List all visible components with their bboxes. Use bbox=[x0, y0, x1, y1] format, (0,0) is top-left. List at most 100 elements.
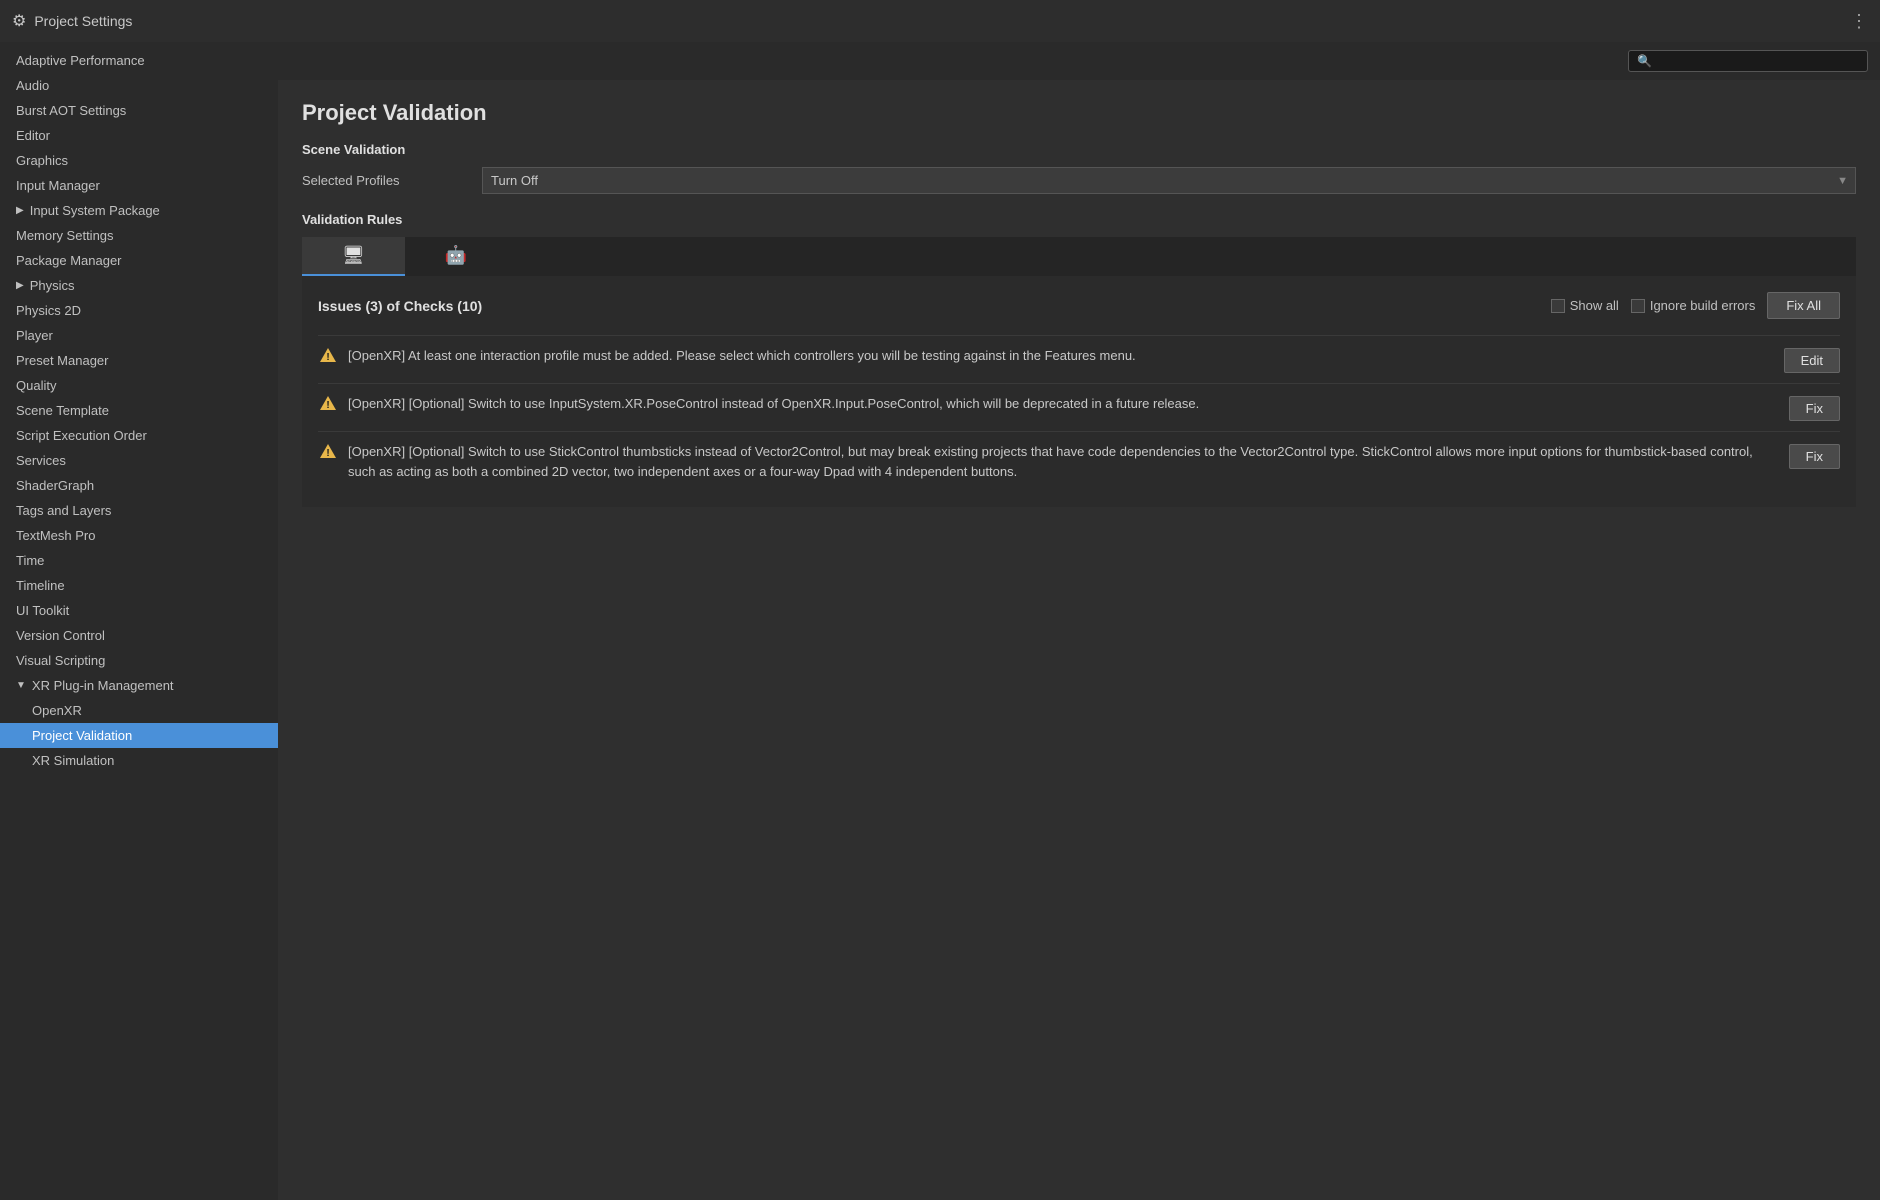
gear-icon: ⚙ bbox=[12, 11, 26, 31]
issues-container: ! [OpenXR] At least one interaction profi… bbox=[318, 335, 1840, 491]
show-all-checkbox[interactable] bbox=[1551, 299, 1565, 313]
sidebar-item-label-openxr: OpenXR bbox=[32, 703, 82, 718]
sidebar-item-label-xr-simulation: XR Simulation bbox=[32, 753, 114, 768]
ignore-build-errors-text: Ignore build errors bbox=[1650, 298, 1756, 313]
sidebar-item-project-validation[interactable]: Project Validation bbox=[0, 723, 278, 748]
search-icon: 🔍 bbox=[1637, 54, 1652, 68]
sidebar-item-services[interactable]: Services bbox=[0, 448, 278, 473]
sidebar-item-label-graphics: Graphics bbox=[16, 153, 68, 168]
profiles-label: Selected Profiles bbox=[302, 173, 482, 188]
sidebar-item-label-memory-settings: Memory Settings bbox=[16, 228, 114, 243]
sidebar-item-label-time: Time bbox=[16, 553, 44, 568]
issues-title: Issues (3) of Checks (10) bbox=[318, 298, 1539, 314]
sidebar-item-label-version-control: Version Control bbox=[16, 628, 105, 643]
tab-desktop[interactable]: 🖥 bbox=[302, 237, 405, 276]
sidebar-item-tags-and-layers[interactable]: Tags and Layers bbox=[0, 498, 278, 523]
issue-btn-issue-1[interactable]: Edit bbox=[1784, 348, 1840, 373]
content-area: 🔍 Project Validation Scene Validation Se… bbox=[278, 42, 1880, 1200]
sidebar-item-label-editor: Editor bbox=[16, 128, 50, 143]
sidebar-item-label-textmesh-pro: TextMesh Pro bbox=[16, 528, 95, 543]
warning-triangle-issue-2: ! bbox=[319, 395, 337, 415]
title-bar-left: ⚙ Project Settings bbox=[12, 11, 132, 31]
platform-tabs: 🖥 🤖 bbox=[302, 237, 1856, 276]
sidebar-item-xr-simulation[interactable]: XR Simulation bbox=[0, 748, 278, 773]
validation-panel: Issues (3) of Checks (10) Show all Ignor… bbox=[302, 276, 1856, 507]
svg-text:!: ! bbox=[326, 448, 329, 459]
sidebar-item-shader-graph[interactable]: ShaderGraph bbox=[0, 473, 278, 498]
search-input-wrap[interactable]: 🔍 bbox=[1628, 50, 1868, 72]
validation-rules-title: Validation Rules bbox=[302, 212, 1856, 227]
sidebar-item-timeline[interactable]: Timeline bbox=[0, 573, 278, 598]
issue-btn-issue-3[interactable]: Fix bbox=[1789, 444, 1840, 469]
show-all-text: Show all bbox=[1570, 298, 1619, 313]
main-layout: Adaptive Performance Audio Burst AOT Setti… bbox=[0, 42, 1880, 1200]
sidebar-item-label-physics-2d: Physics 2D bbox=[16, 303, 81, 318]
sidebar-item-scene-template[interactable]: Scene Template bbox=[0, 398, 278, 423]
sidebar-item-textmesh-pro[interactable]: TextMesh Pro bbox=[0, 523, 278, 548]
sidebar-item-quality[interactable]: Quality bbox=[0, 373, 278, 398]
sidebar-item-label-burst-aot: Burst AOT Settings bbox=[16, 103, 126, 118]
warning-icon-issue-2: ! bbox=[318, 395, 338, 415]
sidebar-item-ui-toolkit[interactable]: UI Toolkit bbox=[0, 598, 278, 623]
sidebar: Adaptive Performance Audio Burst AOT Setti… bbox=[0, 42, 278, 1200]
sidebar-item-burst-aot[interactable]: Burst AOT Settings bbox=[0, 98, 278, 123]
issue-row-issue-3: ![OpenXR] [Optional] Switch to use Stick… bbox=[318, 431, 1840, 491]
desktop-icon: 🖥 bbox=[342, 245, 365, 266]
sidebar-item-openxr[interactable]: OpenXR bbox=[0, 698, 278, 723]
sidebar-item-label-xr-plug-in-management: XR Plug-in Management bbox=[32, 678, 174, 693]
show-all-label[interactable]: Show all bbox=[1551, 298, 1619, 313]
sidebar-item-version-control[interactable]: Version Control bbox=[0, 623, 278, 648]
arrow-icon-xr-plug-in-management: ▼ bbox=[16, 680, 26, 691]
sidebar-item-script-execution-order[interactable]: Script Execution Order bbox=[0, 423, 278, 448]
sidebar-item-package-manager[interactable]: Package Manager bbox=[0, 248, 278, 273]
search-input[interactable] bbox=[1656, 54, 1859, 68]
profiles-select[interactable]: Turn Off Default Custom bbox=[482, 167, 1856, 194]
warning-triangle-issue-3: ! bbox=[319, 443, 337, 463]
sidebar-item-label-timeline: Timeline bbox=[16, 578, 65, 593]
sidebar-item-physics-2d[interactable]: Physics 2D bbox=[0, 298, 278, 323]
sidebar-item-label-scene-template: Scene Template bbox=[16, 403, 109, 418]
sidebar-item-label-tags-and-layers: Tags and Layers bbox=[16, 503, 111, 518]
content-body: Project Validation Scene Validation Sele… bbox=[278, 80, 1880, 1200]
title-bar: ⚙ Project Settings ⋮ bbox=[0, 0, 1880, 42]
svg-text:!: ! bbox=[326, 352, 329, 363]
issue-row-issue-2: ! [OpenXR] [Optional] Switch to use Input… bbox=[318, 383, 1840, 431]
tab-android[interactable]: 🤖 bbox=[405, 237, 507, 276]
sidebar-item-player[interactable]: Player bbox=[0, 323, 278, 348]
sidebar-item-label-input-manager: Input Manager bbox=[16, 178, 100, 193]
sidebar-item-audio[interactable]: Audio bbox=[0, 73, 278, 98]
fix-all-button[interactable]: Fix All bbox=[1767, 292, 1840, 319]
sidebar-item-preset-manager[interactable]: Preset Manager bbox=[0, 348, 278, 373]
sidebar-item-label-script-execution-order: Script Execution Order bbox=[16, 428, 147, 443]
issue-btn-issue-2[interactable]: Fix bbox=[1789, 396, 1840, 421]
sidebar-item-visual-scripting[interactable]: Visual Scripting bbox=[0, 648, 278, 673]
sidebar-item-adaptive-performance[interactable]: Adaptive Performance bbox=[0, 48, 278, 73]
ignore-build-errors-checkbox[interactable] bbox=[1631, 299, 1645, 313]
menu-icon[interactable]: ⋮ bbox=[1850, 11, 1868, 32]
sidebar-item-label-package-manager: Package Manager bbox=[16, 253, 122, 268]
sidebar-item-editor[interactable]: Editor bbox=[0, 123, 278, 148]
sidebar-item-input-system-package[interactable]: ▶ Input System Package bbox=[0, 198, 278, 223]
issue-text-issue-1: [OpenXR] At least one interaction profil… bbox=[348, 346, 1774, 366]
sidebar-item-time[interactable]: Time bbox=[0, 548, 278, 573]
sidebar-item-xr-plug-in-management[interactable]: ▼ XR Plug-in Management bbox=[0, 673, 278, 698]
sidebar-item-memory-settings[interactable]: Memory Settings bbox=[0, 223, 278, 248]
sidebar-item-label-input-system-package: Input System Package bbox=[30, 203, 160, 218]
arrow-icon-input-system-package: ▶ bbox=[16, 205, 24, 216]
warning-icon-issue-1: ! bbox=[318, 347, 338, 367]
page-title: Project Validation bbox=[302, 100, 1856, 126]
ignore-build-errors-label[interactable]: Ignore build errors bbox=[1631, 298, 1756, 313]
sidebar-item-label-project-validation: Project Validation bbox=[32, 728, 132, 743]
sidebar-item-physics[interactable]: ▶Physics bbox=[0, 273, 278, 298]
sidebar-item-graphics[interactable]: Graphics bbox=[0, 148, 278, 173]
sidebar-item-label-adaptive-performance: Adaptive Performance bbox=[16, 53, 145, 68]
warning-icon-issue-3: ! bbox=[318, 443, 338, 463]
warning-triangle-issue-1: ! bbox=[319, 347, 337, 367]
sidebar-item-label-preset-manager: Preset Manager bbox=[16, 353, 109, 368]
issue-text-issue-2: [OpenXR] [Optional] Switch to use InputS… bbox=[348, 394, 1779, 414]
profiles-select-wrap[interactable]: Turn Off Default Custom ▼ bbox=[482, 167, 1856, 194]
sidebar-item-input-manager[interactable]: Input Manager bbox=[0, 173, 278, 198]
arrow-icon-physics: ▶ bbox=[16, 280, 24, 291]
sidebar-item-label-quality: Quality bbox=[16, 378, 56, 393]
window-title: Project Settings bbox=[34, 13, 132, 29]
